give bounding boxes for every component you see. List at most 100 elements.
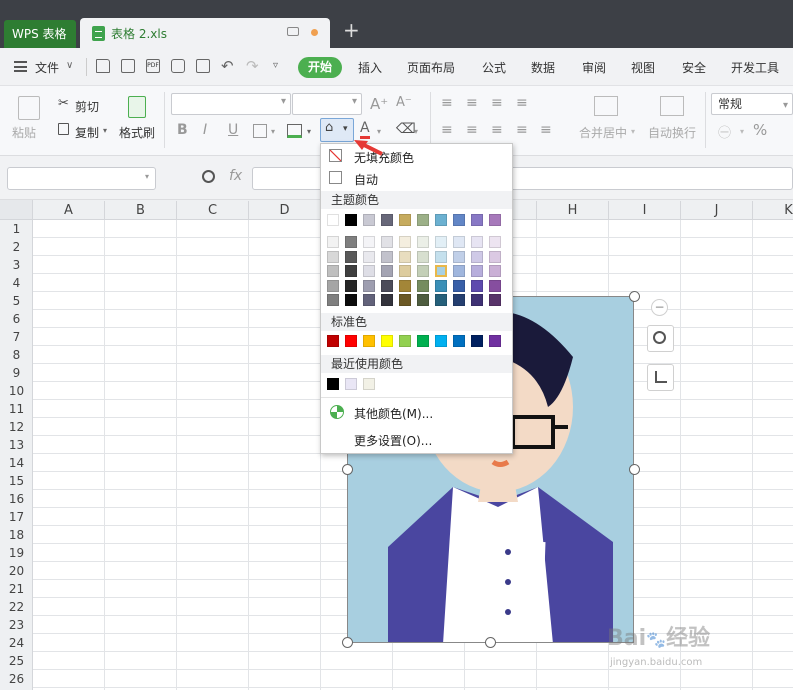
clear-dropdown-icon[interactable]: ▾ [414,127,418,136]
eraser-icon[interactable]: ⌫ [396,121,416,137]
theme-color-swatch[interactable] [363,214,375,226]
recent-color-swatch[interactable] [363,378,375,390]
resize-handle-top-right[interactable] [629,291,640,302]
theme-shade-swatch[interactable] [327,250,339,263]
theme-shade-swatch[interactable] [327,294,339,306]
theme-shade-swatch[interactable] [345,294,357,306]
export-pdf-icon[interactable]: PDF [146,59,160,73]
decrease-font-icon[interactable]: A⁻ [396,95,412,110]
theme-shade-swatch[interactable] [363,265,375,277]
theme-shade-swatch[interactable] [471,250,483,263]
distributed-icon[interactable]: ≡ [540,122,552,138]
theme-shade-swatch[interactable] [471,265,483,277]
theme-shade-swatch[interactable] [345,236,357,248]
italic-button[interactable]: I [203,122,207,138]
screen-icon[interactable] [287,27,299,36]
theme-shade-swatch[interactable] [453,279,465,292]
theme-shade-swatch[interactable] [417,250,429,263]
cell-style-dropdown-icon[interactable]: ▾ [307,127,311,136]
theme-shade-swatch[interactable] [489,236,501,248]
font-color-icon[interactable]: A [360,120,370,139]
open-folder-icon[interactable] [96,59,110,73]
standard-color-swatch[interactable] [453,335,465,347]
row-header-12[interactable]: 12 [0,418,33,436]
resize-handle-middle-right[interactable] [629,464,640,475]
save-icon[interactable] [121,59,135,73]
row-header-6[interactable]: 6 [0,310,33,328]
row-header-14[interactable]: 14 [0,454,33,472]
theme-shade-swatch[interactable] [327,236,339,248]
row-header-7[interactable]: 7 [0,328,33,346]
crop-button[interactable] [647,364,674,391]
column-header-i[interactable]: I [609,201,681,220]
theme-color-swatch[interactable] [381,214,393,226]
zoom-in-button[interactable] [647,325,674,352]
column-header-h[interactable]: H [537,201,609,220]
standard-color-swatch[interactable] [399,335,411,347]
theme-shade-swatch[interactable] [417,279,429,292]
more-colors-option[interactable]: 其他颜色(M)... [354,405,433,422]
row-header-18[interactable]: 18 [0,526,33,544]
theme-color-swatch[interactable] [489,214,501,226]
theme-shade-swatch[interactable] [489,250,501,263]
row-header-2[interactable]: 2 [0,238,33,256]
theme-shade-swatch[interactable] [435,250,447,263]
undo-icon[interactable]: ↶ [221,57,234,75]
row-header-4[interactable]: 4 [0,274,33,292]
row-header-19[interactable]: 19 [0,544,33,562]
theme-shade-swatch[interactable] [345,279,357,292]
standard-color-swatch[interactable] [381,335,393,347]
row-header-1[interactable]: 1 [0,220,33,238]
theme-shade-swatch[interactable] [471,294,483,306]
tab-insert[interactable]: 插入 [358,59,382,76]
more-settings-option[interactable]: 更多设置(O)... [354,432,432,449]
tab-data[interactable]: 数据 [531,59,555,76]
increase-font-icon[interactable]: A⁺ [370,95,388,113]
standard-color-swatch[interactable] [435,335,447,347]
file-menu[interactable]: 文件 [35,59,59,76]
theme-shade-swatch[interactable] [363,294,375,306]
theme-shade-swatch[interactable] [363,250,375,263]
font-color-dropdown-icon[interactable]: ▾ [377,127,381,136]
tab-formulas[interactable]: 公式 [482,59,506,76]
merge-center-button[interactable]: 合并居中 [579,124,627,141]
theme-color-swatch[interactable] [417,214,429,226]
theme-shade-swatch[interactable] [327,279,339,292]
theme-shade-swatch[interactable] [399,236,411,248]
row-header-17[interactable]: 17 [0,508,33,526]
column-header-k[interactable]: K [753,201,793,220]
tab-page-layout[interactable]: 页面布局 [407,59,455,76]
tab-developer[interactable]: 开发工具 [731,59,779,76]
collapse-minus-icon[interactable]: − [651,299,668,316]
theme-color-swatch[interactable] [327,214,339,226]
standard-color-swatch[interactable] [471,335,483,347]
merge-center-icon[interactable] [594,96,618,116]
insert-function-icon[interactable]: fx [229,168,242,184]
theme-shade-swatch[interactable] [453,250,465,263]
tab-view[interactable]: 视图 [631,59,655,76]
column-header-c[interactable]: C [177,201,249,220]
quick-access-more-icon[interactable]: ▿ [273,60,278,71]
copy-button[interactable]: 复制 [75,124,99,141]
new-tab-plus-icon[interactable]: + [343,18,360,42]
align-center-icon[interactable]: ≡ [466,122,478,138]
row-header-24[interactable]: 24 [0,634,33,652]
column-header-b[interactable]: B [105,201,177,220]
theme-shade-swatch[interactable] [345,250,357,263]
column-header-j[interactable]: J [681,201,753,220]
copy-dropdown-icon[interactable]: ▾ [103,126,107,135]
paste-button[interactable]: 粘贴 [12,124,36,141]
redo-icon[interactable]: ↷ [246,57,259,75]
font-size-select[interactable] [292,93,362,115]
theme-shade-swatch[interactable] [435,294,447,306]
number-format-select[interactable]: 常规 [711,93,793,116]
theme-shade-swatch[interactable] [399,265,411,277]
theme-color-swatch[interactable] [345,214,357,226]
orientation-icon[interactable]: ≡ [516,95,528,111]
merge-dropdown-icon[interactable]: ▾ [631,127,635,136]
borders-dropdown-icon[interactable]: ▾ [271,127,275,136]
theme-shade-swatch[interactable] [453,265,465,277]
column-header-a[interactable]: A [33,201,105,220]
print-icon[interactable] [171,59,185,73]
row-header-8[interactable]: 8 [0,346,33,364]
